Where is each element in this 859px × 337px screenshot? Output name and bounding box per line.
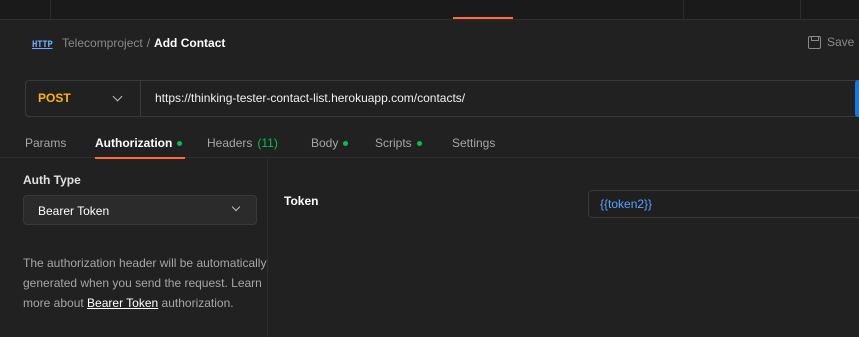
auth-type-label: Auth Type [23, 173, 81, 187]
tab-settings[interactable]: Settings [452, 136, 495, 150]
auth-help-text: The authorization header will be automat… [23, 253, 268, 313]
breadcrumb-collection[interactable]: Telecomproject [62, 36, 143, 50]
url-input[interactable]: https://thinking-tester-contact-list.her… [155, 91, 465, 105]
breadcrumb-separator: / [146, 36, 151, 50]
send-button[interactable] [855, 80, 859, 117]
tab-label: Body [311, 136, 339, 150]
status-dot-icon [177, 140, 183, 146]
url-divider [140, 81, 141, 116]
top-tab-strip [0, 0, 859, 20]
request-name[interactable]: Add Contact [154, 36, 225, 50]
bearer-token-link[interactable]: Bearer Token [87, 296, 158, 310]
token-variable[interactable]: {{token2}} [600, 197, 652, 211]
tab-authorization[interactable]: Authorization [95, 136, 183, 150]
tab-label: Params [25, 136, 67, 150]
save-label: Save [827, 35, 855, 49]
auth-type-value[interactable]: Bearer Token [38, 204, 109, 218]
tab-body[interactable]: Body [311, 136, 349, 150]
tab-label: Authorization [95, 136, 173, 150]
method-select[interactable]: POST [38, 91, 71, 105]
tab-params[interactable]: Params [25, 136, 66, 150]
breadcrumb: Telecomproject / Add Contact [62, 36, 225, 50]
headers-count: (11) [257, 136, 278, 150]
save-icon [808, 35, 821, 49]
help-suffix: authorization. [161, 296, 234, 310]
active-request-tab-indicator [453, 17, 513, 19]
save-button[interactable]: Save [808, 35, 854, 49]
token-label: Token [284, 194, 319, 208]
tab-headers[interactable]: Headers (11) [207, 136, 278, 150]
tab-scripts[interactable]: Scripts [375, 136, 422, 150]
tab-label: Headers [207, 136, 253, 150]
status-dot-icon [416, 140, 422, 146]
tab-label: Scripts [375, 136, 412, 150]
tab-separator [683, 0, 684, 20]
http-icon: HTTP [32, 40, 53, 50]
tab-separator [800, 0, 801, 20]
tab-separator [50, 0, 51, 20]
status-dot-icon [343, 140, 349, 146]
tab-label: Settings [452, 136, 496, 150]
